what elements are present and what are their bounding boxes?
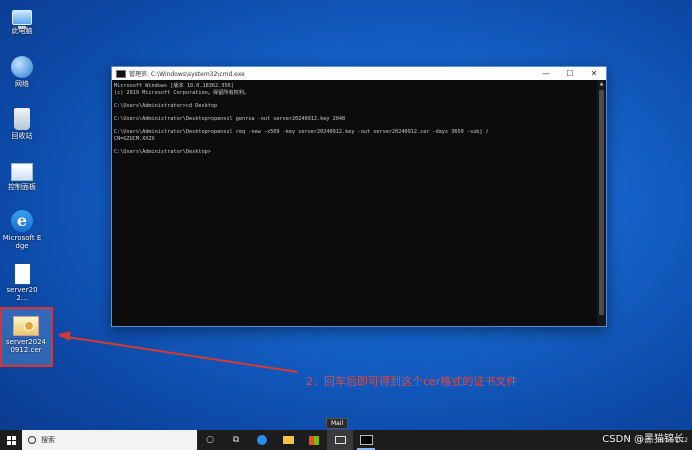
- desktop-icon-recycle-bin[interactable]: 回收站: [2, 108, 42, 140]
- desktop-icon-label: 控制面板: [8, 183, 36, 191]
- desktop-icon-network[interactable]: 网络: [2, 56, 42, 88]
- scroll-up-icon[interactable]: ▲: [597, 80, 606, 88]
- desktop-icon-control-panel[interactable]: 控制面板: [2, 160, 42, 191]
- desktop-icon-certificate[interactable]: server20240912.cer: [4, 314, 48, 354]
- window-title: 管理员: C:\Windows\system32\cmd.exe: [129, 71, 245, 78]
- task-view-icon: ⧉: [232, 435, 240, 445]
- vertical-scrollbar[interactable]: ▲: [597, 80, 606, 326]
- console-output[interactable]: Microsoft Windows [版本 10.0.18362.356] (c)…: [112, 80, 597, 326]
- annotation-arrow-head: [57, 329, 71, 341]
- desktop-icon-key-file[interactable]: server202...: [2, 264, 42, 302]
- edge-icon: [257, 435, 267, 445]
- search-icon: [28, 436, 36, 444]
- taskbar-tooltip: Mail: [326, 418, 349, 429]
- control-panel-icon: [11, 163, 33, 181]
- file-icon: [14, 264, 30, 284]
- cmd-app-icon: [116, 69, 126, 78]
- desktop-icon-label: Microsoft Edge: [2, 234, 42, 251]
- start-button[interactable]: [0, 430, 22, 450]
- search-placeholder: 搜索: [41, 436, 55, 444]
- desktop-icon-label: 网络: [15, 80, 29, 88]
- close-button[interactable]: ✕: [582, 69, 606, 78]
- certificate-icon: [13, 316, 39, 336]
- computer-icon: [12, 10, 32, 29]
- desktop-icon-label: server20240912.cer: [6, 338, 46, 355]
- task-view-button[interactable]: ⧉: [223, 430, 249, 450]
- annotation-arrow-line: [59, 335, 298, 373]
- console-line: Microsoft Windows [版本 10.0.18362.356]: [114, 83, 234, 89]
- console-line: CN=GZUCM.XXZX: [114, 135, 155, 142]
- store-icon: [309, 435, 319, 445]
- cmd-icon: [359, 435, 373, 445]
- cmd-window[interactable]: 管理员: C:\Windows\system32\cmd.exe — ☐ ✕ M…: [111, 66, 607, 327]
- taskbar-store[interactable]: [301, 430, 327, 450]
- console-line: C:\Users\Administrator\Desktop>openssl g…: [114, 115, 346, 122]
- taskbar-cmd[interactable]: [353, 430, 379, 450]
- windows-logo-icon: [6, 435, 16, 445]
- mail-icon: [334, 436, 346, 444]
- desktop-icon-label: 回收站: [11, 132, 33, 140]
- desktop-icon-edge[interactable]: e Microsoft Edge: [2, 210, 42, 250]
- taskbar-search-box[interactable]: 搜索: [22, 430, 197, 450]
- taskbar-mail[interactable]: [327, 430, 353, 450]
- maximize-button[interactable]: ☐: [558, 69, 582, 78]
- edge-icon: e: [11, 210, 33, 232]
- network-icon: [11, 56, 33, 78]
- taskbar-edge[interactable]: [249, 430, 275, 450]
- console-line: C:\Users\Administrator\Desktop>: [114, 148, 211, 155]
- taskbar: 搜索 ○ ⧉: [0, 430, 692, 450]
- scrollbar-thumb[interactable]: [599, 90, 604, 315]
- file-explorer-icon: [282, 436, 294, 444]
- annotation-text: 2、回车后即可得到这个cer格式的证书文件: [306, 375, 518, 388]
- taskbar-file-explorer[interactable]: [275, 430, 301, 450]
- watermark: CSDN @黑猫锦长: [602, 434, 684, 445]
- desktop-icon-label: server202...: [6, 286, 38, 303]
- desktop-icon-this-pc[interactable]: 此电脑: [2, 6, 42, 35]
- console-line: C:\Users\Administrator>cd Desktop: [114, 102, 218, 109]
- recycle-bin-icon: [14, 108, 30, 130]
- console-line: (c) 2019 Microsoft Corporation。保留所有权利。: [114, 89, 250, 96]
- cortana-icon: ○: [206, 435, 214, 445]
- window-titlebar[interactable]: 管理员: C:\Windows\system32\cmd.exe — ☐ ✕: [112, 67, 606, 80]
- console-line: C:\Users\Administrator\Desktop>openssl r…: [114, 129, 489, 136]
- minimize-button[interactable]: —: [534, 69, 558, 78]
- cortana-button[interactable]: ○: [197, 430, 223, 450]
